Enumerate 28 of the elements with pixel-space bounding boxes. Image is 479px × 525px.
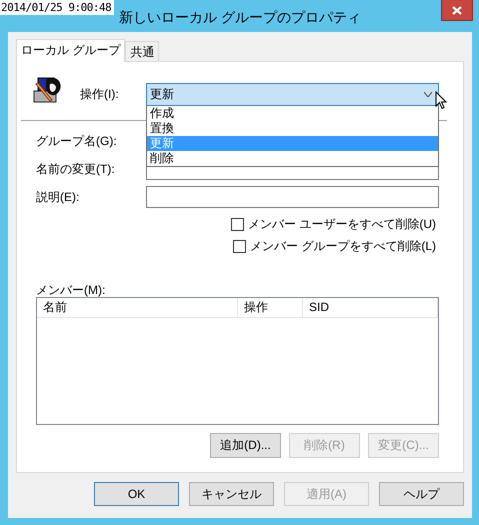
field-label: 説明(E):	[36, 188, 80, 206]
checkbox-label: メンバー グループをすべて削除(L)	[250, 238, 436, 254]
field-label: 名前の変更(T):	[36, 160, 116, 178]
dialog-button[interactable]: OK	[94, 482, 179, 506]
field-label: グループ名(G):	[36, 132, 118, 150]
dialog-button[interactable]: キャンセル	[189, 482, 274, 506]
list-action-button[interactable]: 追加(D)...	[210, 433, 281, 458]
close-button[interactable]	[441, 0, 473, 21]
operation-dropdown[interactable]: 更新	[146, 82, 439, 106]
window-title: 新しいローカル グループのプロパティ	[119, 9, 361, 27]
dropdown-option[interactable]: 作成	[147, 106, 438, 120]
column-header[interactable]: 名前	[37, 298, 238, 317]
caret-icon	[424, 92, 432, 96]
dropdown-option[interactable]: 削除	[147, 150, 438, 166]
column-header[interactable]: 操作	[238, 298, 303, 317]
checkbox[interactable]	[231, 218, 244, 230]
close-icon	[452, 6, 462, 14]
members-label: メンバー(M):	[36, 282, 106, 296]
tab[interactable]: 共通	[125, 41, 160, 61]
dialog-button[interactable]: ヘルプ	[379, 482, 464, 506]
timestamp: 2014/01/25 9:00:48	[0, 0, 114, 15]
checkbox[interactable]	[233, 240, 246, 252]
operation-label: 操作(I):	[80, 86, 120, 102]
input-field[interactable]	[146, 186, 439, 208]
tab[interactable]: ローカル グループ	[16, 39, 126, 62]
dropdown-option[interactable]: 置換	[147, 120, 438, 136]
checkbox-label: メンバー ユーザーをすべて削除(U)	[248, 216, 436, 232]
column-header[interactable]: SID	[303, 298, 438, 317]
